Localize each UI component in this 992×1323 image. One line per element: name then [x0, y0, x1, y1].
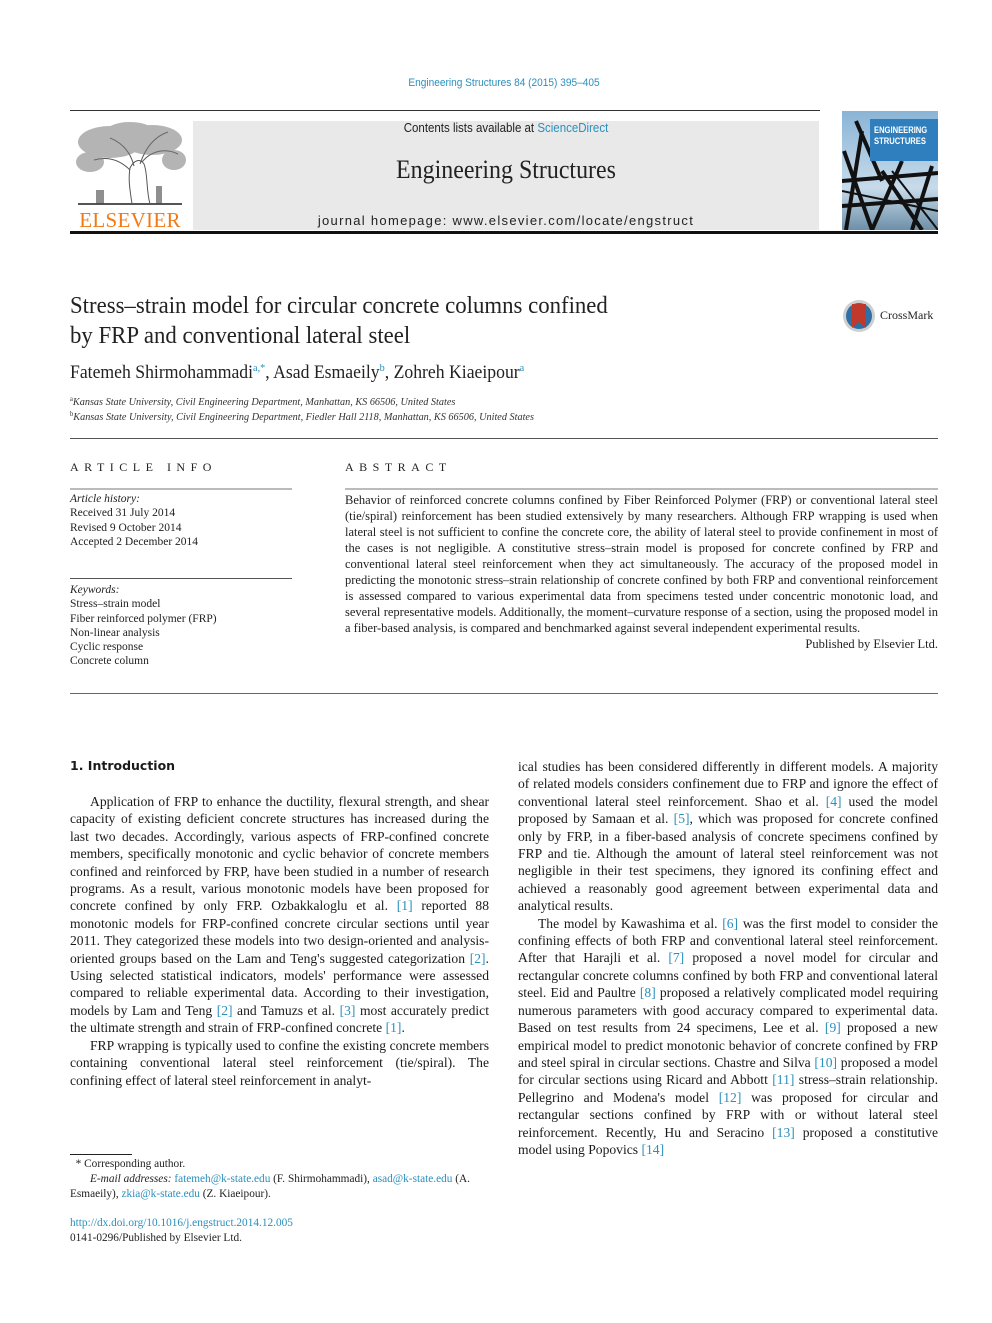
citation-link[interactable]: [14]: [641, 1142, 664, 1157]
affiliation: aKansas State University, Civil Engineer…: [70, 395, 455, 408]
divider: [70, 578, 292, 579]
keywords-list: Keywords: Stress–strain model Fiber rein…: [70, 583, 217, 669]
article-title: Stress–strain model for circular concret…: [70, 291, 702, 351]
crossmark-label: CrossMark: [880, 308, 934, 322]
keyword: Non-linear analysis: [70, 626, 160, 639]
article-info-heading: ARTICLE INFO: [70, 460, 217, 474]
body-text: .: [401, 1020, 405, 1036]
citation-link[interactable]: [2]: [217, 1003, 233, 1018]
abstract-heading: ABSTRACT: [345, 460, 452, 474]
abstract-body: Behavior of reinforced concrete columns …: [345, 492, 938, 652]
citation-link[interactable]: [5]: [674, 811, 690, 826]
journal-name: Engineering Structures: [396, 155, 616, 184]
history-accepted: Accepted 2 December 2014: [70, 535, 199, 548]
email-label: E-mail addresses:: [90, 1173, 172, 1185]
journal-cover-image[interactable]: ENGINEERING STRUCTURES: [842, 111, 938, 230]
keyword: Cyclic response: [70, 641, 144, 654]
affiliation: bKansas State University, Civil Engineer…: [70, 410, 534, 423]
citation-link[interactable]: [9]: [825, 1020, 841, 1035]
title-line-1: Stress–strain model for circular concret…: [70, 292, 608, 319]
footnote-text: Corresponding author.: [84, 1158, 186, 1170]
history-label: Article history:: [70, 493, 140, 505]
author-affiliation-marker[interactable]: a: [520, 362, 525, 374]
body-paragraph: The model by Kawashima et al. [6] was th…: [518, 915, 938, 1159]
citation-link[interactable]: [12]: [719, 1090, 742, 1105]
keyword: Stress–strain model: [70, 598, 161, 611]
email-link[interactable]: zkia@k-state.edu: [121, 1188, 199, 1200]
citation-link[interactable]: [4]: [826, 794, 842, 809]
citation-link[interactable]: [1]: [386, 1020, 402, 1035]
footnote-rule: [70, 1154, 132, 1155]
journal-reference-link[interactable]: Engineering Structures 84 (2015) 395–405: [40, 77, 967, 89]
doi-link[interactable]: http://dx.doi.org/10.1016/j.engstruct.20…: [70, 1217, 293, 1229]
header-bottom-rule: [70, 231, 938, 234]
keyword: Concrete column: [70, 655, 149, 668]
cover-title-line1: ENGINEERING: [874, 125, 928, 136]
email-addresses: E-mail addresses: fatemeh@k-state.edu (F…: [70, 1173, 470, 1200]
contents-line: Contents lists available at ScienceDirec…: [218, 121, 794, 135]
elsevier-logo[interactable]: ELSEVIER: [70, 120, 190, 232]
citation-link[interactable]: [13]: [772, 1125, 795, 1140]
title-line-2: by FRP and conventional lateral steel: [70, 322, 411, 349]
body-paragraph: ical studies has been considered differe…: [518, 758, 938, 915]
citation-link[interactable]: [7]: [668, 950, 684, 965]
author-name[interactable]: Asad Esmaeily: [273, 362, 379, 383]
body-text: Application of FRP to enhance the ductil…: [70, 794, 489, 914]
body-text: The model by Kawashima et al.: [538, 915, 723, 931]
elsevier-wordmark: ELSEVIER: [79, 208, 181, 232]
author-name[interactable]: Fatemeh Shirmohammadi: [70, 362, 253, 383]
citation-link[interactable]: [2]: [470, 951, 486, 966]
issn-line: 0141-0296/Published by Elsevier Ltd.: [70, 1232, 242, 1244]
email-link[interactable]: fatemeh@k-state.edu: [174, 1173, 270, 1185]
citation-link[interactable]: [1]: [397, 898, 413, 913]
divider: [70, 438, 938, 439]
author-list: Fatemeh Shirmohammadia,*, Asad Esmaeilyb…: [70, 362, 525, 383]
author-affiliation-marker[interactable]: a,*: [253, 362, 265, 374]
affiliation-text: Kansas State University, Civil Engineeri…: [72, 396, 456, 408]
footnote-marker: *: [75, 1158, 82, 1170]
abstract-paragraph: Behavior of reinforced concrete columns …: [345, 493, 938, 635]
body-paragraph: Application of FRP to enhance the ductil…: [70, 793, 489, 1037]
header-top-rule: [70, 110, 820, 111]
elsevier-tree-icon: [76, 122, 186, 205]
divider: [345, 488, 938, 490]
divider: [70, 693, 938, 694]
crossmark-icon: [843, 300, 875, 332]
author-name[interactable]: Zohreh Kiaeipour: [394, 362, 520, 383]
footnotes: * Corresponding author. E-mail addresses…: [70, 1157, 490, 1202]
keywords-label: Keywords:: [70, 584, 120, 596]
corresponding-author-note: * Corresponding author.: [70, 1157, 490, 1172]
contents-prefix: Contents lists available at: [403, 121, 538, 135]
cover-title-box: ENGINEERING STRUCTURES: [870, 119, 938, 161]
crossmark-button[interactable]: CrossMark: [842, 298, 952, 334]
email-link[interactable]: asad@k-state.edu: [373, 1173, 453, 1185]
body-column-left: Application of FRP to enhance the ductil…: [70, 793, 489, 1089]
section-heading: 1. Introduction: [70, 758, 176, 773]
email-owner: (Z. Kiaeipour): [202, 1188, 269, 1200]
citation-link[interactable]: [6]: [722, 916, 738, 931]
affiliation-text: Kansas State University, Civil Engineeri…: [73, 411, 534, 423]
article-history: Article history: Received 31 July 2014 R…: [70, 492, 198, 549]
author-affiliation-marker[interactable]: b: [380, 362, 385, 374]
body-text: FRP wrapping is typically used to confin…: [70, 1037, 489, 1088]
body-text: and Tamuzs et al.: [232, 1002, 340, 1018]
email-owner: (F. Shirmohammadi): [273, 1173, 368, 1185]
journal-homepage[interactable]: journal homepage: www.elsevier.com/locat…: [193, 213, 819, 228]
citation-link[interactable]: [3]: [340, 1003, 356, 1018]
history-revised: Revised 9 October 2014: [70, 521, 182, 534]
doi-block: http://dx.doi.org/10.1016/j.engstruct.20…: [70, 1216, 293, 1246]
cover-title-line2: STRUCTURES: [874, 136, 926, 147]
body-column-right: ical studies has been considered differe…: [518, 758, 938, 1158]
citation-link[interactable]: [10]: [814, 1055, 837, 1070]
abstract-published-by: Published by Elsevier Ltd.: [805, 637, 938, 651]
sciencedirect-link[interactable]: ScienceDirect: [537, 121, 608, 135]
citation-link[interactable]: [8]: [640, 985, 656, 1000]
history-received: Received 31 July 2014: [70, 507, 176, 520]
keyword: Fiber reinforced polymer (FRP): [70, 612, 217, 625]
citation-link[interactable]: [11]: [772, 1072, 794, 1087]
divider: [70, 488, 292, 490]
body-text: , which was proposed for concrete confin…: [518, 811, 938, 914]
body-paragraph: FRP wrapping is typically used to confin…: [70, 1037, 489, 1089]
